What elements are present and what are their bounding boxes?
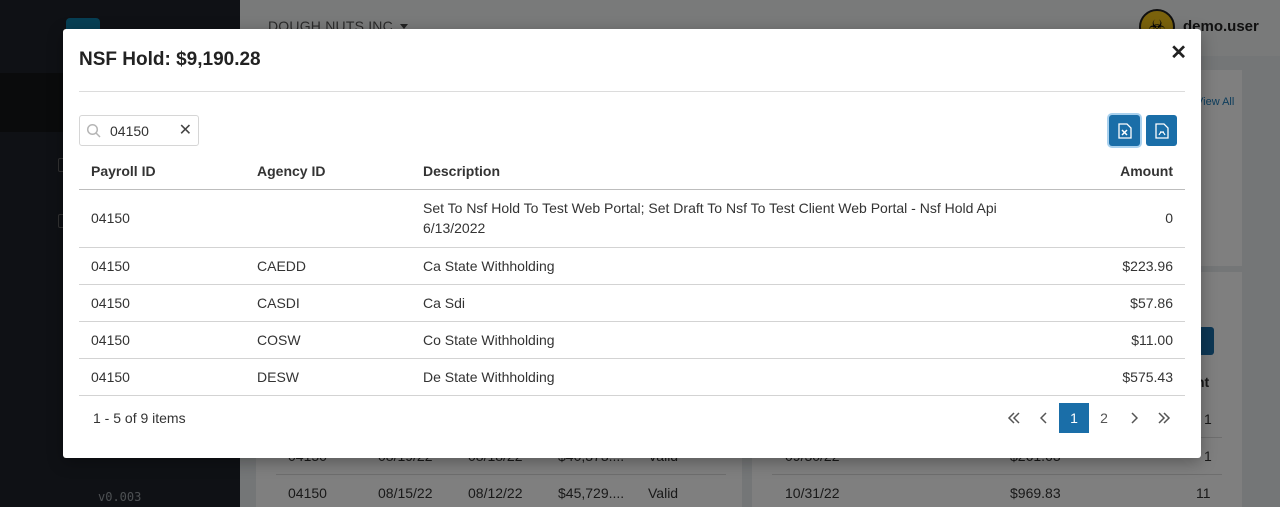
description-cell: Ca Sdi (411, 284, 1051, 322)
amount-cell: 0 (1051, 189, 1185, 248)
payroll-id-cell: 04150 (79, 189, 245, 248)
payroll-id-cell: 04150 (79, 321, 245, 359)
table-row[interactable]: 04150 COSW Co State Withholding $11.00 (79, 321, 1185, 359)
search-icon (86, 123, 101, 138)
amount-cell: $11.00 (1051, 321, 1185, 359)
page-button-2[interactable]: 2 (1089, 403, 1119, 433)
chevron-right-icon (1131, 412, 1138, 424)
chevron-left-icon (1040, 412, 1047, 424)
amount-cell: $223.96 (1051, 247, 1185, 285)
description-cell: Ca State Withholding (411, 247, 1051, 285)
description-cell: Set To Nsf Hold To Test Web Portal; Set … (411, 189, 1051, 248)
agency-id-cell: COSW (245, 321, 411, 359)
amount-cell: $575.43 (1051, 358, 1185, 396)
table-row[interactable]: 04150 DESW De State Withholding $575.43 (79, 358, 1185, 396)
nsf-detail-table: Payroll ID Agency ID Description Amount … (79, 153, 1185, 396)
description-cell: Co State Withholding (411, 321, 1051, 359)
file-excel-icon (1117, 122, 1132, 139)
first-page-button[interactable] (999, 403, 1029, 433)
modal-title: NSF Hold: $9,190.28 (79, 49, 261, 70)
last-page-button[interactable] (1149, 403, 1179, 433)
payroll-id-cell: 04150 (79, 284, 245, 322)
column-header-payroll-id[interactable]: Payroll ID (79, 153, 245, 190)
export-pdf-button[interactable] (1146, 115, 1177, 146)
file-pdf-icon (1154, 122, 1169, 139)
pager-info: 1 - 5 of 9 items (93, 410, 186, 426)
search-field[interactable]: ✕ (79, 115, 199, 146)
payroll-id-cell: 04150 (79, 358, 245, 396)
prev-page-button[interactable] (1029, 403, 1059, 433)
export-excel-button[interactable] (1109, 115, 1140, 146)
agency-id-cell: CASDI (245, 284, 411, 322)
close-icon[interactable]: ✕ (1170, 43, 1187, 63)
table-row[interactable]: 04150 CAEDD Ca State Withholding $223.96 (79, 247, 1185, 285)
table-header-row: Payroll ID Agency ID Description Amount (79, 153, 1185, 190)
double-chevron-left-icon (1007, 412, 1020, 424)
clear-search-icon[interactable]: ✕ (179, 122, 192, 140)
description-cell: De State Withholding (411, 358, 1051, 396)
table-row[interactable]: 04150 Set To Nsf Hold To Test Web Portal… (79, 189, 1185, 248)
column-header-amount[interactable]: Amount (1051, 153, 1185, 190)
page-button-1[interactable]: 1 (1059, 403, 1089, 433)
agency-id-cell: CAEDD (245, 247, 411, 285)
pagination: 1 2 (999, 403, 1179, 433)
divider (79, 91, 1185, 92)
agency-id-cell (245, 189, 411, 248)
double-chevron-right-icon (1158, 412, 1171, 424)
amount-cell: $57.86 (1051, 284, 1185, 322)
next-page-button[interactable] (1119, 403, 1149, 433)
table-row[interactable]: 04150 CASDI Ca Sdi $57.86 (79, 284, 1185, 322)
payroll-id-cell: 04150 (79, 247, 245, 285)
search-input[interactable] (110, 122, 170, 140)
agency-id-cell: DESW (245, 358, 411, 396)
column-header-description[interactable]: Description (411, 153, 1051, 190)
column-header-agency-id[interactable]: Agency ID (245, 153, 411, 190)
nsf-hold-modal: NSF Hold: $9,190.28 ✕ ✕ Payroll ID Agenc… (63, 29, 1201, 458)
